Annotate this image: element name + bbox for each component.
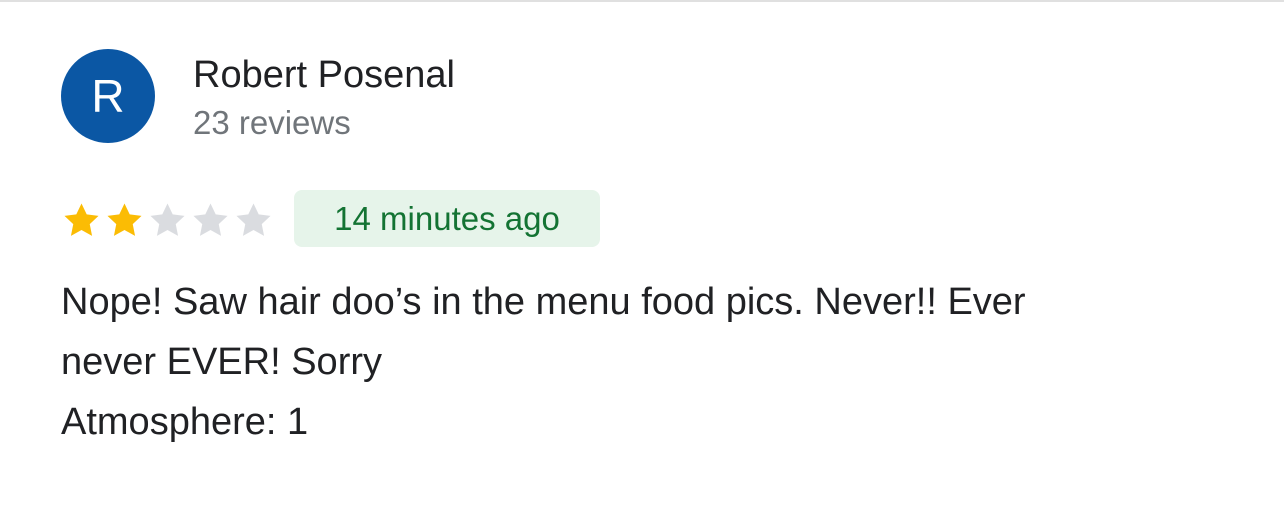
rating-attribute: Atmosphere: 1 [61, 392, 308, 452]
top-divider [0, 0, 1284, 2]
attribute-label: Atmosphere: [61, 401, 277, 443]
avatar[interactable]: R [61, 49, 155, 143]
star-icon [193, 202, 228, 236]
star-rating [60, 198, 275, 242]
star-icon [64, 202, 99, 236]
avatar-initial: R [91, 70, 125, 122]
review-text-line: never EVER! Sorry [61, 341, 382, 383]
author-name[interactable]: Robert Posenal [193, 52, 455, 98]
review-text: Nope! Saw hair doo’s in the menu food pi… [61, 272, 1241, 392]
time-ago-badge: 14 minutes ago [294, 190, 600, 247]
star-icon [150, 202, 185, 236]
star-icon [236, 202, 271, 236]
review-text-line: Nope! Saw hair doo’s in the menu food pi… [61, 281, 1026, 323]
author-review-count[interactable]: 23 reviews [193, 102, 351, 144]
star-icon [107, 202, 142, 236]
attribute-value: 1 [287, 401, 309, 443]
